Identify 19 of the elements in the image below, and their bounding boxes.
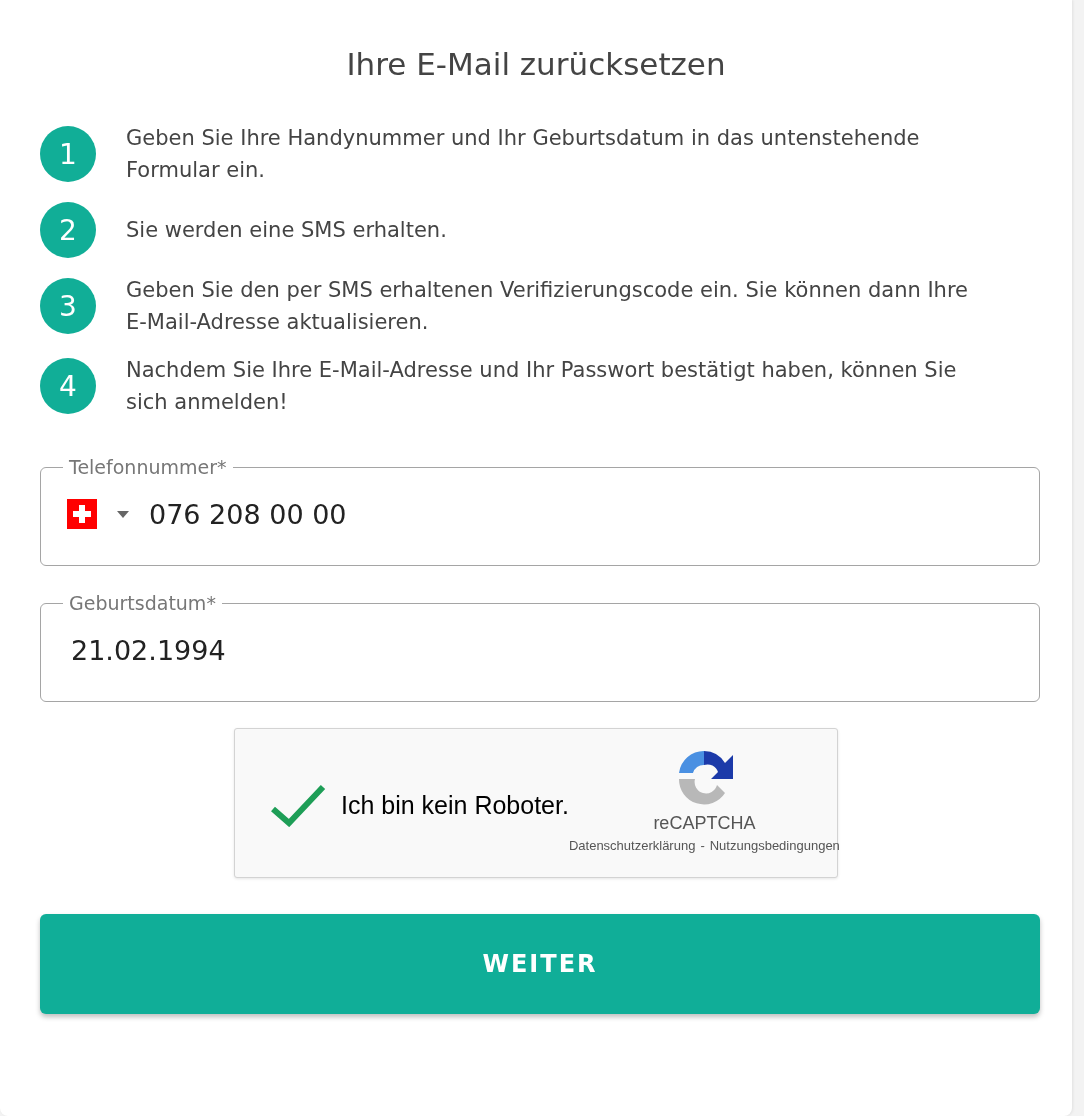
flag-icon bbox=[67, 499, 97, 529]
page-title: Ihre E-Mail zurücksetzen bbox=[345, 46, 727, 82]
terms-link[interactable]: Nutzungsbedingungen bbox=[709, 838, 840, 853]
captcha-label: Ich bin kein Roboter. bbox=[341, 790, 569, 820]
step-text: Nachdem Sie Ihre E-Mail-Adresse und Ihr Passwort bestätigt haben, können Sie sich anmelden! bbox=[126, 357, 958, 416]
link-separator: - bbox=[700, 838, 705, 853]
step-number: 4 bbox=[40, 358, 96, 414]
checkmark-icon[interactable] bbox=[269, 783, 327, 827]
step-text: Geben Sie den per SMS erhaltenen Verifizierungscode ein. Sie können dann Ihre E-Mail-Adresse aktualisieren. bbox=[126, 277, 970, 336]
recaptcha-brand: reCAPTCHA bbox=[653, 813, 756, 834]
phone-field[interactable]: Telefonnummer* 076 208 00 00 bbox=[40, 456, 1040, 566]
step-text: Sie werden eine SMS erhalten. bbox=[126, 217, 447, 244]
birthdate-field[interactable]: Geburtsdatum* 21.02.1994 bbox=[40, 592, 1040, 702]
caret-icon[interactable] bbox=[117, 510, 129, 518]
step-text: Geben Sie Ihre Handynummer und Ihr Geburtsdatum in das untenstehende Formular ein. bbox=[126, 125, 921, 184]
step-number: 2 bbox=[40, 202, 96, 258]
step-number: 3 bbox=[40, 278, 96, 334]
step-number: 1 bbox=[40, 126, 96, 182]
privacy-link[interactable]: Datenschutzerklärung bbox=[568, 838, 696, 853]
